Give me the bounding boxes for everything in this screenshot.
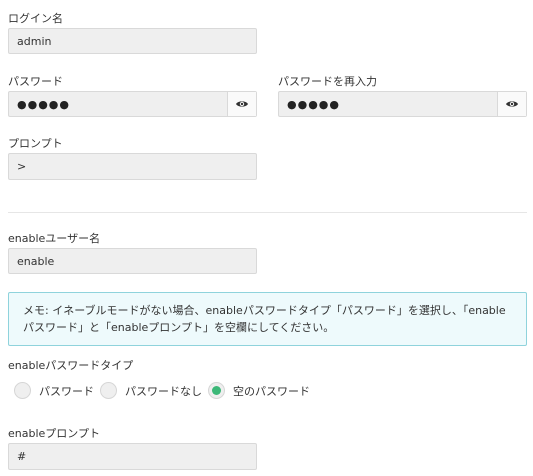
radio-dot <box>212 386 221 395</box>
show-password-button[interactable] <box>227 92 256 116</box>
radio-circle[interactable] <box>14 382 31 399</box>
radio-circle[interactable] <box>100 382 117 399</box>
radio-password[interactable]: パスワード <box>14 382 94 399</box>
enable-password-type-radios: パスワード パスワードなし 空のパスワード <box>14 382 316 399</box>
password-confirm-label: パスワードを再入力 <box>278 75 377 88</box>
radio-empty-password[interactable]: 空のパスワード <box>208 382 310 399</box>
login-name-input[interactable]: admin <box>8 28 257 54</box>
enable-prompt-input[interactable]: # <box>8 443 257 470</box>
enable-user-label: enableユーザー名 <box>8 232 101 245</box>
radio-no-password-label: パスワードなし <box>125 384 202 398</box>
note-line-2: パスワード」と「enableプロンプト」を空欄にしてください。 <box>23 321 335 334</box>
note-line-1: メモ: イネーブルモードがない場合、enableパスワードタイプ「パスワード」を… <box>23 304 506 317</box>
radio-circle-selected[interactable] <box>208 382 225 399</box>
password-confirm-field: ●●●●● <box>278 91 527 117</box>
eye-icon <box>506 101 518 107</box>
show-password-confirm-button[interactable] <box>497 92 526 116</box>
login-name-label: ログイン名 <box>8 12 63 25</box>
radio-password-label: パスワード <box>39 384 94 398</box>
password-field: ●●●●● <box>8 91 257 117</box>
prompt-label: プロンプト <box>8 137 63 150</box>
password-input[interactable]: ●●●●● <box>9 92 227 116</box>
prompt-input[interactable]: > <box>8 153 257 180</box>
enable-user-input[interactable]: enable <box>8 248 257 274</box>
radio-no-password[interactable]: パスワードなし <box>100 382 202 399</box>
section-divider <box>8 212 527 213</box>
eye-icon <box>236 101 248 107</box>
radio-empty-password-label: 空のパスワード <box>233 384 310 398</box>
enable-password-type-label: enableパスワードタイプ <box>8 359 134 372</box>
password-confirm-input[interactable]: ●●●●● <box>279 92 497 116</box>
password-label: パスワード <box>8 75 63 88</box>
enable-prompt-label: enableプロンプト <box>8 427 100 440</box>
note-box: メモ: イネーブルモードがない場合、enableパスワードタイプ「パスワード」を… <box>8 292 527 346</box>
